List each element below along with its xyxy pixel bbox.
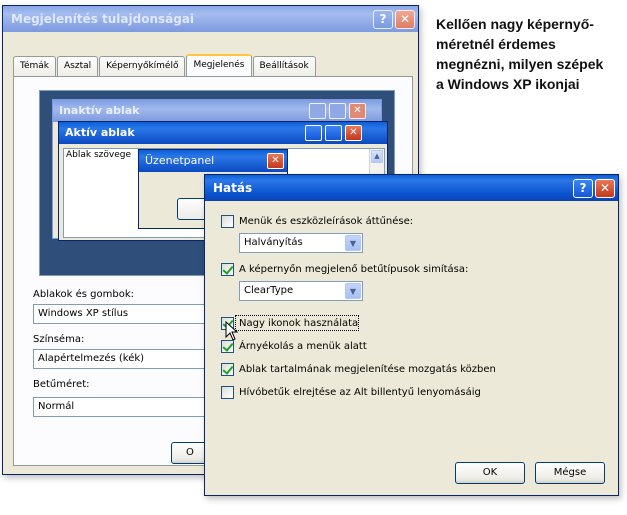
transition-effect-value: Halványítás xyxy=(244,237,303,248)
menu-shadow-label: Árnyékolás a menük alatt xyxy=(239,340,367,352)
preview-window-text: Ablak szövege xyxy=(66,150,131,160)
focus-rectangle xyxy=(235,315,359,331)
close-icon: ✕ xyxy=(345,125,362,141)
help-button[interactable]: ? xyxy=(373,10,393,29)
caption-line: Kellően nagy képernyő- xyxy=(436,16,594,32)
show-contents-option[interactable]: Ablak tartalmának megjelenítése mozgatás… xyxy=(221,361,496,377)
maximize-icon xyxy=(329,103,346,119)
menu-shadow-checkbox[interactable] xyxy=(221,339,234,353)
tab-appearance[interactable]: Megjelenés xyxy=(186,54,252,76)
tab-screensaver[interactable]: Képernyőkímélő xyxy=(99,56,186,76)
hide-underlines-label: Hívóbetűk elrejtése az Alt billentyű len… xyxy=(239,386,481,398)
show-contents-label: Ablak tartalmának megjelenítése mozgatás… xyxy=(239,363,496,375)
caption-line: a Windows XP ikonjai xyxy=(436,76,580,92)
chevron-down-icon: ▼ xyxy=(345,235,361,251)
font-smoothing-option[interactable]: A képernyőn megjelenő betűtípusok simítá… xyxy=(221,261,468,277)
effects-titlebar[interactable]: Hatás xyxy=(205,175,618,201)
maximize-icon xyxy=(325,125,342,141)
transition-effect-select[interactable]: Halványítás ▼ xyxy=(239,233,363,253)
hide-underlines-checkbox[interactable] xyxy=(221,385,234,399)
ok-button[interactable]: OK xyxy=(455,462,525,484)
caption-line: méretnél érdemes xyxy=(436,36,556,52)
minimize-icon xyxy=(305,125,322,141)
color-scheme-select[interactable]: Alapértelmezés (kék) xyxy=(33,349,223,369)
help-button[interactable]: ? xyxy=(573,179,593,198)
font-size-value: Normál xyxy=(38,401,75,412)
scroll-up-icon: ▲ xyxy=(371,150,383,163)
preview-message-title: Üzenetpanel xyxy=(139,150,287,172)
fade-menus-label: Menük és eszközleírások áttűnése: xyxy=(239,215,414,227)
font-smoothing-checkbox[interactable] xyxy=(221,262,234,276)
font-size-label: Betűméret: xyxy=(33,379,90,390)
minimize-icon xyxy=(309,103,326,119)
dialog-title: Megjelenítés tulajdonságai xyxy=(11,12,195,26)
windows-buttons-value: Windows XP stílus xyxy=(38,308,129,319)
caption-line: megnézni, milyen szépek xyxy=(436,56,604,72)
close-button[interactable]: ✕ xyxy=(595,179,615,198)
tab-strip: Témák Asztal Képernyőkímélő Megjelenés B… xyxy=(13,54,317,76)
show-contents-checkbox[interactable] xyxy=(221,362,234,376)
close-icon: ✕ xyxy=(349,103,366,119)
cancel-button[interactable]: Mégse xyxy=(535,462,605,484)
tab-themes[interactable]: Témák xyxy=(13,56,56,76)
fade-menus-option[interactable]: Menük és eszközleírások áttűnése: xyxy=(221,213,413,229)
font-size-select[interactable]: Normál xyxy=(33,397,223,417)
tab-settings[interactable]: Beállítások xyxy=(252,56,316,76)
windows-buttons-select[interactable]: Windows XP stílus xyxy=(33,304,223,324)
caption-text: Kellően nagy képernyő- méretnél érdemes … xyxy=(436,14,624,94)
menu-shadow-option[interactable]: Árnyékolás a menük alatt xyxy=(221,338,367,354)
font-smoothing-label: A képernyőn megjelenő betűtípusok simítá… xyxy=(239,263,469,275)
hide-underlines-option[interactable]: Hívóbetűk elrejtése az Alt billentyű len… xyxy=(221,384,481,400)
dialog-title: Hatás xyxy=(213,181,253,195)
fade-menus-checkbox[interactable] xyxy=(221,214,234,228)
close-button[interactable]: ✕ xyxy=(395,10,415,29)
tab-desktop[interactable]: Asztal xyxy=(57,56,99,76)
smoothing-method-value: ClearType xyxy=(244,285,294,296)
close-icon: ✕ xyxy=(267,153,284,169)
color-scheme-label: Színséma: xyxy=(33,334,85,345)
chevron-down-icon: ▼ xyxy=(345,283,361,299)
color-scheme-value: Alapértelmezés (kék) xyxy=(38,353,145,364)
windows-buttons-label: Ablakok és gombok: xyxy=(33,289,134,300)
display-properties-titlebar[interactable]: Megjelenítés tulajdonságai xyxy=(3,6,418,32)
effects-dialog: Hatás ? ✕ Menük és eszközleírások áttűné… xyxy=(204,174,619,496)
smoothing-method-select[interactable]: ClearType ▼ xyxy=(239,281,363,301)
